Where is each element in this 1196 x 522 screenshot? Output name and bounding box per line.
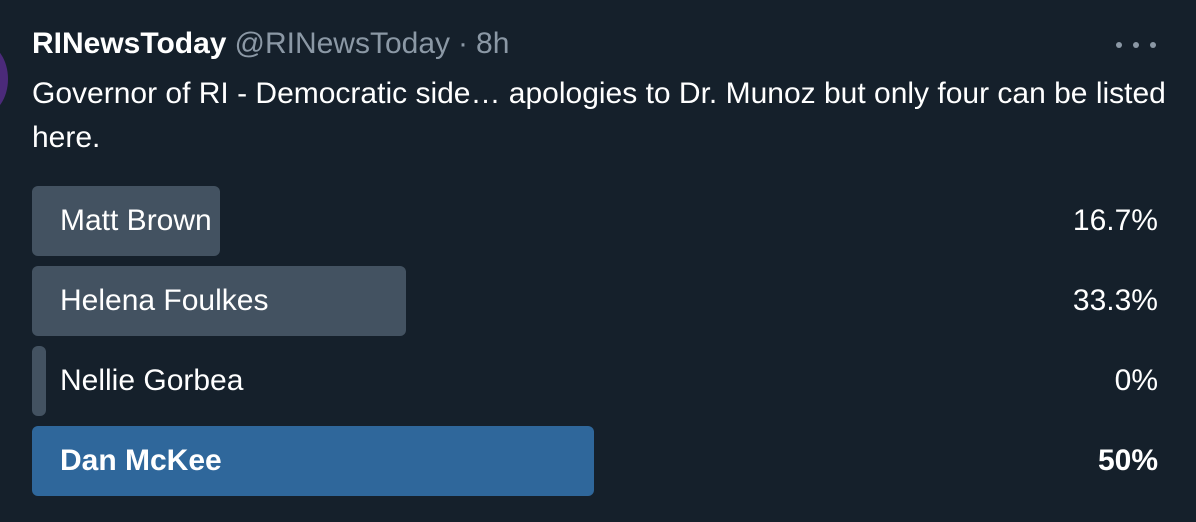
poll-option-percent: 33.3% (1072, 284, 1158, 317)
timestamp[interactable]: 8h (476, 27, 509, 61)
display-name[interactable]: RINewsToday (32, 27, 227, 61)
poll-option-label: Matt Brown (60, 204, 212, 237)
poll-option-percent: 16.7% (1072, 204, 1158, 237)
avatar[interactable] (0, 44, 8, 114)
poll-option-nellie-gorbea[interactable]: Nellie Gorbea 0% (32, 346, 1158, 416)
poll: Matt Brown 16.7% Helena Foulkes 33.3% Ne… (32, 186, 1158, 506)
poll-option-label: Nellie Gorbea (60, 364, 244, 397)
separator-dot: · (458, 27, 469, 60)
poll-option-percent: 50% (1097, 444, 1158, 477)
poll-option-matt-brown[interactable]: Matt Brown 16.7% (32, 186, 1158, 256)
poll-option-label: Helena Foulkes (60, 284, 269, 317)
tweet-header: RINewsToday @RINewsToday · 8h (32, 26, 509, 62)
poll-bar (32, 346, 46, 416)
poll-option-percent: 0% (1114, 364, 1158, 397)
poll-option-label: Dan McKee (60, 444, 222, 477)
user-handle[interactable]: @RINewsToday (235, 27, 451, 61)
tweet-text: Governor of RI - Democratic side… apolog… (32, 77, 1166, 154)
tweet[interactable]: RINewsToday @RINewsToday · 8h Governor o… (0, 0, 1196, 522)
poll-option-helena-foulkes[interactable]: Helena Foulkes 33.3% (32, 266, 1158, 336)
more-horizontal-icon[interactable] (1116, 38, 1156, 52)
poll-option-dan-mckee[interactable]: Dan McKee 50% (32, 426, 1158, 496)
